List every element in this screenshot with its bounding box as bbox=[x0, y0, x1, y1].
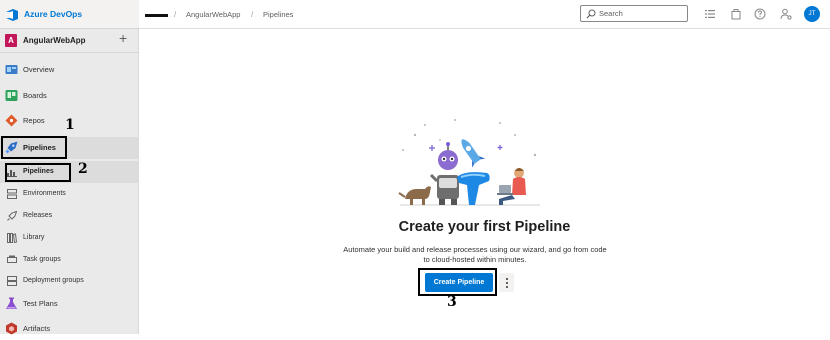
list-icon[interactable] bbox=[704, 8, 716, 20]
more-options-button[interactable] bbox=[499, 273, 514, 292]
sidebar-subitem-task-groups[interactable]: Task groups bbox=[0, 249, 139, 271]
step-3-number: 3 bbox=[447, 294, 457, 310]
repos-icon bbox=[5, 114, 18, 127]
overview-icon bbox=[5, 65, 18, 74]
more-dot bbox=[506, 282, 508, 284]
sidebar-item-label: Boards bbox=[23, 91, 47, 100]
project-name: AngularWebApp bbox=[23, 36, 86, 45]
step-2-highlight-box bbox=[5, 163, 71, 182]
sidebar-item-test-plans[interactable]: Test Plans bbox=[0, 293, 139, 315]
search-icon bbox=[586, 9, 596, 19]
step-1-number: 1 bbox=[65, 117, 75, 133]
project-avatar: A bbox=[5, 34, 17, 47]
sidebar-item-artifacts[interactable]: Artifacts bbox=[0, 318, 139, 340]
sidebar-item-label: Overview bbox=[23, 65, 55, 74]
artifacts-icon bbox=[6, 322, 17, 335]
sidebar-item-label: Repos bbox=[23, 116, 45, 125]
sidebar-item-label: Environments bbox=[23, 190, 66, 197]
sidebar-subitem-environments[interactable]: Environments bbox=[0, 183, 139, 205]
brand-header[interactable]: Azure DevOps bbox=[0, 0, 139, 29]
sidebar-item-boards[interactable]: Boards bbox=[0, 85, 139, 107]
breadcrumb-separator: / bbox=[174, 10, 177, 19]
search-placeholder: Search bbox=[599, 9, 623, 18]
azure-devops-logo-icon bbox=[6, 9, 18, 21]
empty-state-title: Create your first Pipeline bbox=[398, 219, 571, 235]
step-1-highlight-box bbox=[1, 136, 67, 159]
environments-icon bbox=[7, 189, 17, 199]
brand-name: Azure DevOps bbox=[24, 9, 83, 19]
empty-state-description: Automate your build and release processe… bbox=[343, 245, 607, 264]
sidebar-item-label: Task groups bbox=[23, 256, 61, 263]
sidebar-item-label: Deployment groups bbox=[23, 277, 84, 284]
breadcrumb-separator: / bbox=[251, 10, 254, 19]
add-project-button[interactable]: + bbox=[119, 31, 127, 45]
deployment-groups-icon bbox=[7, 276, 17, 286]
more-dot bbox=[506, 278, 508, 280]
sidebar-subitem-library[interactable]: Library bbox=[0, 227, 139, 249]
sidebar-item-label: Artifacts bbox=[23, 324, 51, 333]
boards-icon bbox=[5, 90, 18, 101]
user-settings-icon[interactable] bbox=[780, 8, 792, 20]
pipeline-illustration bbox=[398, 119, 540, 206]
sidebar-item-label: Releases bbox=[23, 212, 53, 219]
search-box[interactable]: Search bbox=[580, 5, 688, 22]
breadcrumb-project[interactable]: AngularWebApp bbox=[186, 10, 240, 19]
organization-breadcrumb[interactable] bbox=[145, 14, 168, 17]
sidebar-subitem-deployment-groups[interactable]: Deployment groups bbox=[0, 270, 139, 292]
sidebar-item-label: Library bbox=[23, 234, 45, 241]
marketplace-bag-icon[interactable] bbox=[730, 8, 742, 20]
releases-icon bbox=[7, 211, 17, 221]
project-selector[interactable]: A AngularWebApp + bbox=[0, 29, 139, 53]
sidebar-item-label: Test Plans bbox=[23, 299, 58, 308]
test-plans-icon bbox=[6, 297, 17, 309]
top-bar: / AngularWebApp / Pipelines Search JT bbox=[139, 0, 830, 29]
breadcrumb-page[interactable]: Pipelines bbox=[263, 10, 293, 19]
library-icon bbox=[7, 233, 17, 243]
step-2-number: 2 bbox=[78, 161, 88, 177]
step-3-highlight-box bbox=[418, 268, 497, 296]
sidebar-subitem-releases[interactable]: Releases bbox=[0, 205, 139, 227]
sidebar-item-overview[interactable]: Overview bbox=[0, 59, 139, 81]
help-icon[interactable] bbox=[754, 8, 766, 20]
user-avatar[interactable]: JT bbox=[804, 6, 820, 22]
more-dot bbox=[506, 286, 508, 288]
task-groups-icon bbox=[7, 255, 17, 263]
